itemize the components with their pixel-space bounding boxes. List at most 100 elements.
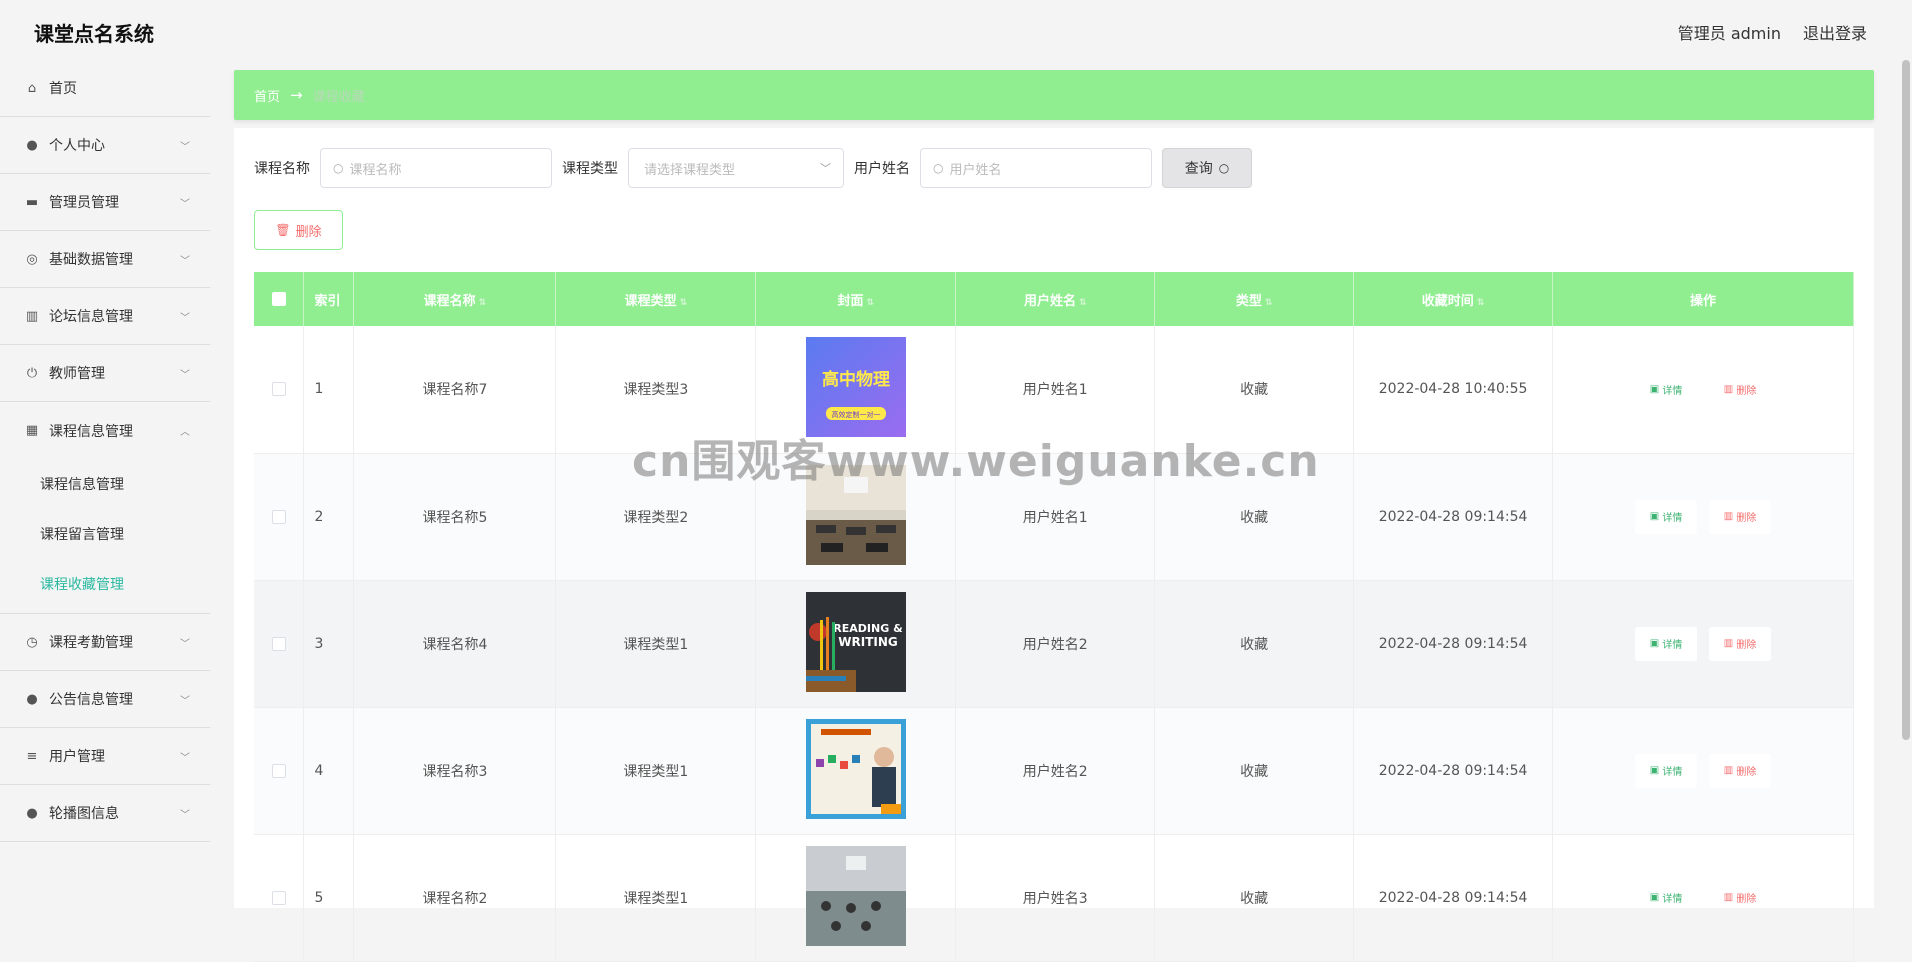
sidebar-item-label: 首页 <box>49 81 77 97</box>
delete-button[interactable]: ▥ 删除 <box>1709 881 1771 915</box>
row-course-type: 课程类型1 <box>555 834 757 962</box>
cover-image[interactable]: READING & WRITING <box>805 591 906 692</box>
col-actions: 操作 <box>1552 272 1854 326</box>
chevron-up-icon: ︿ <box>180 427 190 438</box>
delete-label: 删除 <box>1736 640 1757 651</box>
document-icon: ▣ <box>1649 765 1663 776</box>
sidebar-item-teachers[interactable]: ⏻ 教师管理 ﹀ <box>0 345 210 402</box>
delete-button[interactable]: ▥ 删除 <box>1709 753 1772 788</box>
delete-label: 删除 <box>1736 894 1757 905</box>
user-name-input[interactable]: ○ 用户姓名 <box>920 148 1152 188</box>
logout-link[interactable]: 退出登录 <box>1803 20 1867 44</box>
sidebar-item-basic-data[interactable]: ◎ 基础数据管理 ﹀ <box>0 231 210 288</box>
sort-icon[interactable]: ⇅ <box>867 298 875 308</box>
row-kind: 收藏 <box>1154 580 1355 708</box>
cover-image[interactable]: 高中物理 高效定制一对一 <box>805 337 906 438</box>
sort-icon[interactable]: ⇅ <box>1265 298 1273 308</box>
breadcrumb-current: 课程收藏 <box>312 89 365 105</box>
sidebar-item-label: 论坛信息管理 <box>49 309 133 325</box>
row-checkbox[interactable] <box>271 509 286 524</box>
sidebar-item-attendance[interactable]: ◷ 课程考勤管理 ﹀ <box>0 614 210 671</box>
vertical-scrollbar[interactable] <box>1902 60 1910 740</box>
sidebar-item-course-info[interactable]: ▦ 课程信息管理 ︿ <box>0 402 210 459</box>
row-index: 1 <box>303 326 355 454</box>
cover-image[interactable] <box>805 464 906 565</box>
row-checkbox-cell[interactable] <box>254 834 305 962</box>
col-user-name[interactable]: 用户姓名 ⇅ <box>955 272 1156 326</box>
row-checkbox[interactable] <box>271 763 286 778</box>
sidebar-item-announcements[interactable]: ● 公告信息管理 ﹀ <box>0 671 210 728</box>
row-checkbox-cell[interactable] <box>254 580 305 708</box>
chevron-down-icon: ﹀ <box>180 695 190 707</box>
detail-label: 详情 <box>1662 894 1683 905</box>
col-course-name[interactable]: 课程名称 ⇅ <box>353 272 557 326</box>
sidebar-item-admin-management[interactable]: ▬ 管理员管理 ﹀ <box>0 174 210 231</box>
cover-subtitle: 高效定制一对一 <box>831 410 880 419</box>
course-type-select[interactable]: 请选择课程类型 ﹀ <box>628 148 844 188</box>
delete-button[interactable]: ▥ 删除 <box>1709 626 1772 661</box>
row-user-name: 用户姓名1 <box>955 326 1156 454</box>
sidebar: ⌂ 首页 ● 个人中心 ﹀ ▬ 管理员管理 ﹀ ◎ 基础数据管理 ﹀ ▥ 论坛信… <box>0 60 210 932</box>
col-cover[interactable]: 封面 ⇅ <box>755 272 957 326</box>
col-course-name-label: 课程名称 <box>423 293 476 309</box>
row-course-type: 课程类型2 <box>555 453 757 581</box>
chevron-down-icon: ﹀ <box>180 141 190 153</box>
trash-icon: ▥ <box>1723 765 1737 776</box>
home-icon: ⌂ <box>27 80 37 96</box>
col-index-label: 索引 <box>314 293 341 309</box>
sidebar-item-home[interactable]: ⌂ 首页 <box>0 60 210 117</box>
row-kind: 收藏 <box>1154 326 1355 454</box>
chart-icon: ▥ <box>25 308 39 324</box>
detail-button[interactable]: ▣ 详情 <box>1635 753 1698 788</box>
row-kind: 收藏 <box>1154 707 1355 835</box>
query-button[interactable]: 查询 ○ <box>1162 148 1252 188</box>
row-user-name: 用户姓名2 <box>955 580 1156 708</box>
search-icon: ○ <box>933 161 944 175</box>
table-row: 4 课程名称3 课程类型1 用户姓名2 收藏 2022-04-28 09:14:… <box>254 707 1854 835</box>
col-time-label: 收藏时间 <box>1421 293 1474 309</box>
sort-icon[interactable]: ⇅ <box>680 298 688 308</box>
detail-button[interactable]: ▣ 详情 <box>1635 372 1697 406</box>
row-checkbox-cell[interactable] <box>254 707 305 835</box>
delete-button[interactable]: ▥ 删除 <box>1709 372 1771 406</box>
detail-label: 详情 <box>1662 513 1683 524</box>
submenu-item-course-comments[interactable]: 课程留言管理 <box>0 509 210 559</box>
sidebar-item-personal-center[interactable]: ● 个人中心 ﹀ <box>0 117 210 174</box>
search-icon: ○ <box>1218 161 1230 175</box>
course-name-input[interactable]: ○ 课程名称 <box>320 148 552 188</box>
sidebar-item-label: 公告信息管理 <box>49 692 133 708</box>
row-user-name: 用户姓名3 <box>955 834 1156 962</box>
detail-button[interactable]: ▣ 详情 <box>1635 881 1697 915</box>
sort-icon[interactable]: ⇅ <box>479 298 487 308</box>
cover-image[interactable] <box>805 845 906 946</box>
row-checkbox-cell[interactable] <box>254 326 305 454</box>
detail-button[interactable]: ▣ 详情 <box>1635 626 1698 661</box>
table-row: 2 课程名称5 课程类型2 用户姓名1 收藏 2022-04-28 09:14:… <box>254 453 1854 581</box>
col-time[interactable]: 收藏时间 ⇅ <box>1353 272 1554 326</box>
row-course-type: 课程类型1 <box>555 580 757 708</box>
sidebar-item-users[interactable]: ≡ 用户管理 ﹀ <box>0 728 210 785</box>
col-kind[interactable]: 类型 ⇅ <box>1154 272 1355 326</box>
sidebar-item-carousel[interactable]: ● 轮播图信息 ﹀ <box>0 785 210 842</box>
sort-icon[interactable]: ⇅ <box>1079 298 1087 308</box>
cover-image[interactable] <box>805 718 906 819</box>
trash-icon: 🗑 <box>275 223 291 237</box>
document-icon: ▣ <box>1649 892 1663 903</box>
sidebar-item-forum[interactable]: ▥ 论坛信息管理 ﹀ <box>0 288 210 345</box>
detail-button[interactable]: ▣ 详情 <box>1635 499 1698 534</box>
chevron-down-icon: ﹀ <box>180 809 190 821</box>
trash-icon: ▥ <box>1723 638 1737 649</box>
row-checkbox-cell[interactable] <box>254 453 305 581</box>
select-all-checkbox-cell[interactable] <box>254 272 305 326</box>
row-checkbox[interactable] <box>271 382 286 397</box>
row-checkbox[interactable] <box>271 636 286 651</box>
select-all-checkbox[interactable] <box>271 292 286 306</box>
batch-delete-button[interactable]: 🗑 删除 <box>254 210 343 250</box>
col-course-type[interactable]: 课程类型 ⇅ <box>555 272 757 326</box>
submenu-item-course-favorites[interactable]: 课程收藏管理 <box>0 559 210 609</box>
submenu-item-course-info[interactable]: 课程信息管理 <box>0 459 210 509</box>
breadcrumb-home[interactable]: 首页 <box>254 86 280 105</box>
sort-icon[interactable]: ⇅ <box>1477 298 1485 308</box>
row-checkbox[interactable] <box>271 890 286 905</box>
delete-button[interactable]: ▥ 删除 <box>1709 499 1772 534</box>
